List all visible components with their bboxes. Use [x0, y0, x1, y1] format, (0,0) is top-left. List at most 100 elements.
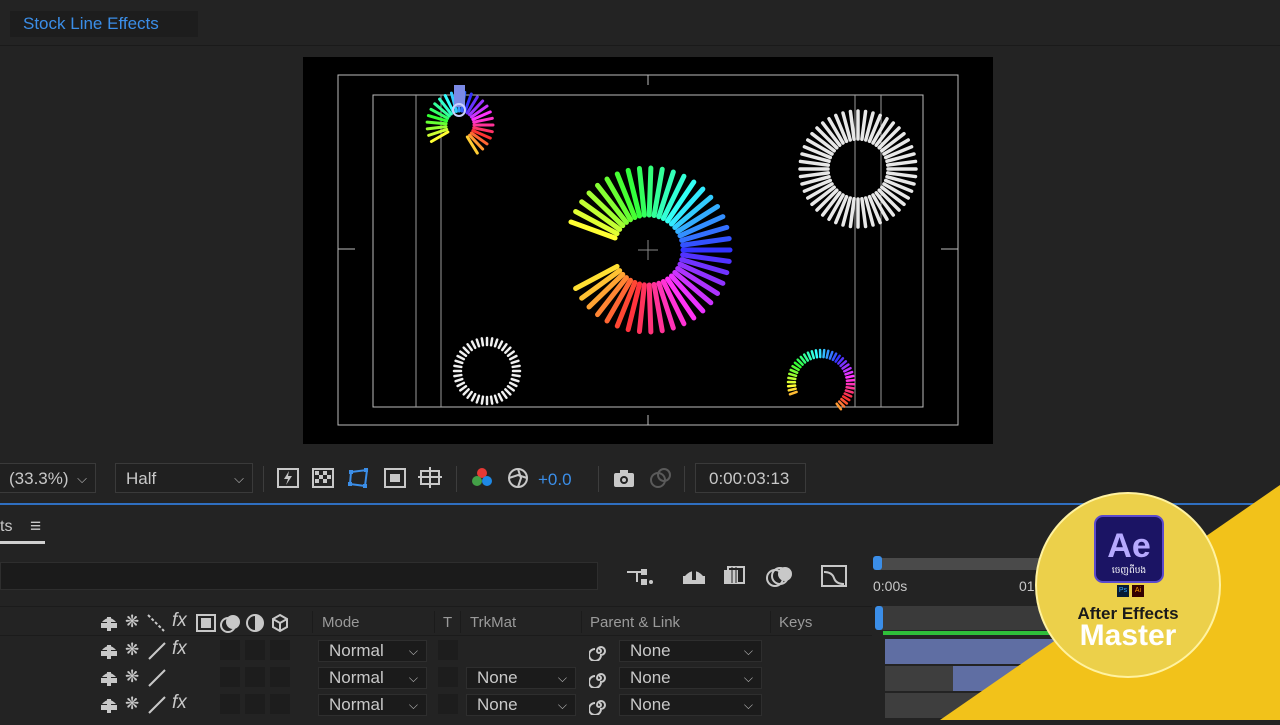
3d-layer-switch-icon	[270, 613, 290, 633]
3d-switch[interactable]	[270, 694, 290, 714]
viewer-canvas	[303, 57, 993, 444]
shy-switch-icon[interactable]	[100, 642, 118, 660]
shy-switch-icon[interactable]	[100, 669, 118, 687]
adjustment-switch[interactable]	[245, 640, 265, 660]
pick-whip-icon[interactable]	[589, 668, 609, 688]
preserve-transparency-toggle[interactable]	[438, 667, 458, 687]
exposure-value[interactable]: +0.0	[538, 470, 572, 490]
adjustment-layer-switch-icon	[245, 613, 265, 633]
ae-logo-text: Ae	[1097, 527, 1161, 566]
chevron-down-icon: ⌵	[409, 668, 418, 688]
chevron-down-icon: ⌵	[744, 641, 753, 661]
preserve-transparency-toggle[interactable]	[438, 694, 458, 714]
keys-column-header: Keys	[779, 614, 812, 631]
graph-editor-icon[interactable]	[820, 564, 848, 588]
collapse-switch-icon: ❋	[125, 612, 139, 632]
grid-guides-icon[interactable]	[418, 466, 442, 490]
ps-logo-text: Ps	[1117, 587, 1129, 594]
parent-dropdown[interactable]: None ⌵	[619, 694, 762, 716]
shy-layers-icon[interactable]	[681, 564, 707, 588]
preserve-transparency-toggle[interactable]	[438, 640, 458, 660]
mode-value: Normal	[329, 695, 384, 714]
motion-blur-switch-icon	[220, 613, 242, 633]
motion-blur-switch[interactable]	[220, 694, 240, 714]
trkmat-dropdown[interactable]: None⌵	[466, 694, 576, 716]
layer-column-header: ❋ fx Mode T TrkMat Parent & Link Keys	[0, 606, 872, 636]
frame-blending-icon[interactable]	[722, 564, 748, 588]
mode-column-header: Mode	[322, 614, 360, 631]
chevron-down-icon: ⌵	[77, 464, 87, 494]
parent-dropdown[interactable]: None⌵	[619, 640, 762, 662]
layer-row[interactable]: ❋ Normal⌵ None⌵ None⌵	[0, 664, 872, 691]
pick-whip-icon[interactable]	[589, 641, 609, 661]
ruler-start-label: 0:00s	[873, 578, 907, 594]
mode-dropdown[interactable]: Normal⌵	[318, 640, 427, 662]
channel-badge: Ae ចេញពីបង Ps Ai After Effects Master	[940, 485, 1280, 720]
burst-graphics	[427, 92, 916, 409]
timeline-tab-underline	[0, 541, 45, 544]
snapshot-camera-icon[interactable]	[612, 466, 636, 490]
timeline-tab-label: ts	[0, 518, 12, 535]
badge-graphic	[940, 485, 1280, 720]
layer-row[interactable]: ❋ fx Normal⌵ None⌵ None⌵	[0, 691, 872, 718]
work-area-start-handle[interactable]	[873, 556, 882, 570]
channels-rgb-icon[interactable]	[470, 466, 494, 490]
composition-flowchart-icon[interactable]	[625, 564, 655, 588]
composition-tab[interactable]: Stock Line Effects	[10, 11, 198, 37]
3d-switch[interactable]	[270, 667, 290, 687]
trkmat-column-header: TrkMat	[470, 614, 516, 631]
chevron-down-icon: ⌵	[558, 695, 567, 715]
chevron-down-icon: ⌵	[744, 695, 753, 715]
motion-blur-switch[interactable]	[220, 667, 240, 687]
ae-logo-subtext: ចេញពីបង	[1097, 565, 1161, 578]
motion-blur-switch[interactable]	[220, 640, 240, 660]
quality-switch-icon[interactable]	[147, 641, 167, 661]
transparency-grid-icon[interactable]	[311, 466, 335, 490]
quality-switch-icon[interactable]	[147, 668, 167, 688]
playhead-handle[interactable]	[875, 606, 883, 630]
top-separator	[0, 45, 1280, 46]
effect-switch-icon[interactable]: fx	[172, 692, 187, 714]
region-of-interest-icon[interactable]	[383, 466, 407, 490]
chevron-down-icon: ⌵	[409, 641, 418, 661]
shy-switch-icon[interactable]	[100, 696, 118, 714]
shy-switch-icon	[100, 614, 118, 632]
ai-logo-text: Ai	[1132, 587, 1144, 594]
trkmat-dropdown[interactable]: None⌵	[466, 667, 576, 689]
show-snapshot-icon[interactable]	[648, 466, 672, 490]
mode-dropdown[interactable]: Normal ⌵	[318, 694, 427, 716]
timeline-tab[interactable]: ts	[0, 518, 12, 536]
pick-whip-icon[interactable]	[589, 695, 609, 715]
adjustment-switch[interactable]	[245, 667, 265, 687]
effect-switch-icon[interactable]: fx	[172, 638, 187, 660]
chevron-down-icon: ⌵	[744, 668, 753, 688]
zoom-dropdown[interactable]: (33.3%) ⌵	[0, 463, 96, 493]
chevron-down-icon: ⌵	[409, 695, 418, 715]
fast-previews-icon[interactable]	[276, 466, 300, 490]
chevron-down-icon: ⌵	[234, 464, 244, 494]
resolution-dropdown[interactable]: Half ⌵	[115, 463, 253, 493]
collapse-switch-icon[interactable]: ❋	[125, 640, 139, 660]
exposure-reset-icon[interactable]	[506, 466, 530, 490]
effect-switch-icon: fx	[172, 610, 187, 632]
composition-viewer[interactable]	[303, 57, 993, 444]
layer-search-input[interactable]	[0, 562, 598, 590]
mode-dropdown[interactable]: Normal⌵	[318, 667, 427, 689]
current-time-display[interactable]: 0:00:03:13	[695, 463, 806, 493]
bottom-left-white-ring	[454, 338, 520, 404]
collapse-switch-icon[interactable]: ❋	[125, 694, 139, 714]
t-column-header: T	[443, 614, 452, 631]
panel-menu-icon[interactable]: ≡	[30, 516, 41, 538]
parent-dropdown[interactable]: None⌵	[619, 667, 762, 689]
collapse-switch-icon[interactable]: ❋	[125, 667, 139, 687]
motion-blur-icon[interactable]	[765, 564, 793, 588]
layer-row[interactable]: ❋ fx Normal⌵ None⌵	[0, 637, 872, 664]
3d-switch[interactable]	[270, 640, 290, 660]
parent-value: None	[630, 695, 671, 714]
quality-switch-icon[interactable]	[147, 695, 167, 715]
frame-blend-switch-icon	[196, 613, 216, 633]
mask-path-visibility-icon[interactable]	[347, 466, 371, 490]
top-right-white-burst	[800, 111, 916, 227]
adjustment-switch[interactable]	[245, 694, 265, 714]
zoom-value: (33.3%)	[9, 469, 69, 488]
